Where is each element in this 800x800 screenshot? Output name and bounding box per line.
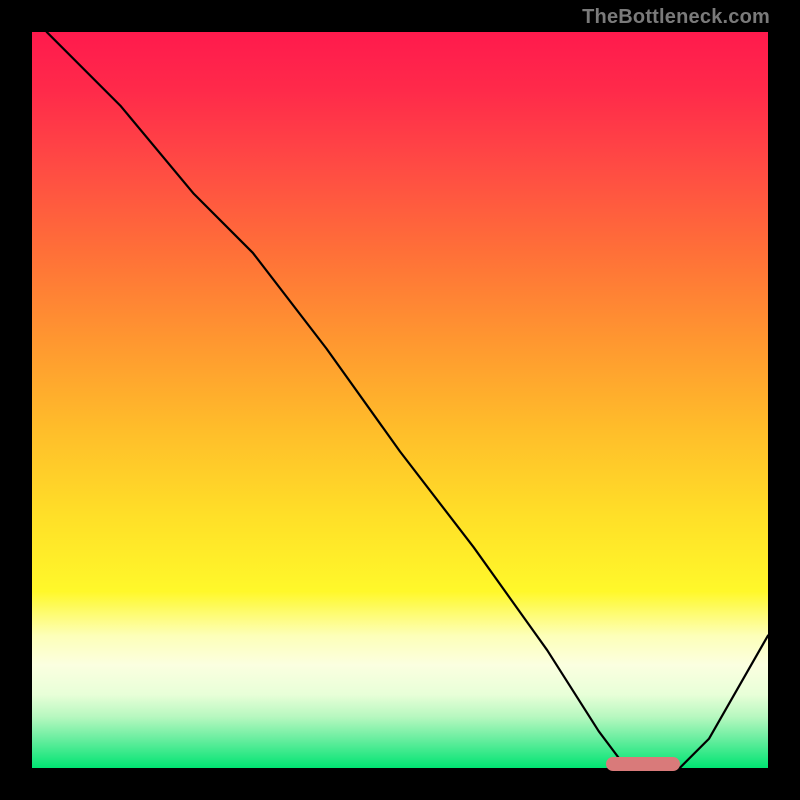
watermark-text: TheBottleneck.com [582,6,770,29]
plot-area [32,32,768,768]
chart-frame: TheBottleneck.com [0,0,800,800]
optimal-marker [606,757,680,771]
curve-svg [32,32,768,768]
line-series [47,32,768,768]
